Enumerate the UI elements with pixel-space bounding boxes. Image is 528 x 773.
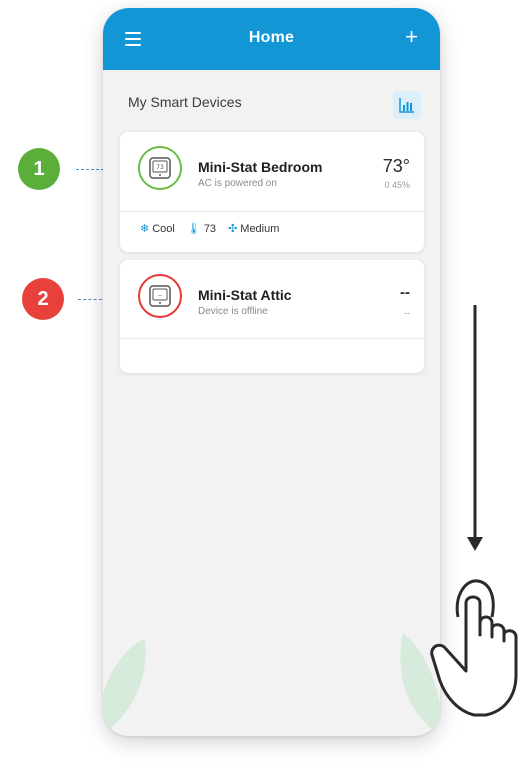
callout-badge-1: 1 — [18, 148, 60, 190]
mode-setting[interactable]: ❄ Cool — [140, 222, 175, 236]
device-humidity: 0 45% — [384, 180, 410, 190]
bar-chart-icon[interactable] — [393, 91, 421, 119]
fan-icon: ✣ — [228, 223, 238, 235]
device-temperature: -- — [400, 284, 410, 301]
thermostat-icon: -- — [138, 274, 182, 318]
app-bar: Home + — [103, 8, 440, 70]
device-name: Mini-Stat Attic — [198, 287, 292, 303]
snowflake-icon: ❄ — [140, 223, 150, 235]
swipe-down-gesture-icon — [430, 305, 518, 717]
svg-text:73: 73 — [156, 164, 164, 171]
device-temperature: 73° — [382, 156, 410, 176]
device-status: Device is offline — [198, 306, 268, 317]
card-divider — [120, 211, 424, 212]
thermometer-icon: 🌡︎ — [186, 223, 201, 235]
add-device-button[interactable]: + — [405, 26, 418, 48]
thermostat-icon: 73 — [138, 146, 182, 190]
setpoint-label: 73 — [203, 222, 217, 235]
device-card-bedroom[interactable]: 73 Mini-Stat Bedroom AC is powered on 73… — [120, 132, 424, 252]
section-title: My Smart Devices — [128, 94, 242, 110]
device-status: AC is powered on — [198, 178, 277, 189]
leaf-decoration-left — [103, 638, 146, 734]
device-settings-row: ❄ Cool 🌡︎ 73 ✣ Medium — [140, 222, 291, 236]
svg-text:--: -- — [158, 292, 162, 299]
device-card-attic[interactable]: -- Mini-Stat Attic Device is offline -- … — [120, 260, 424, 373]
phone-screen: Home + My Smart Devices 73 Mini-Stat Bed… — [103, 8, 440, 736]
callout-badge-2: 2 — [22, 278, 64, 320]
device-name: Mini-Stat Bedroom — [198, 159, 323, 175]
card-divider — [120, 338, 424, 339]
mode-label: Cool — [152, 222, 175, 235]
setpoint-setting[interactable]: 🌡︎ 73 — [186, 222, 217, 236]
fan-label: Medium — [240, 222, 280, 235]
device-humidity: -- — [404, 308, 410, 318]
page-title: Home — [248, 29, 295, 46]
fan-setting[interactable]: ✣ Medium — [228, 222, 280, 236]
